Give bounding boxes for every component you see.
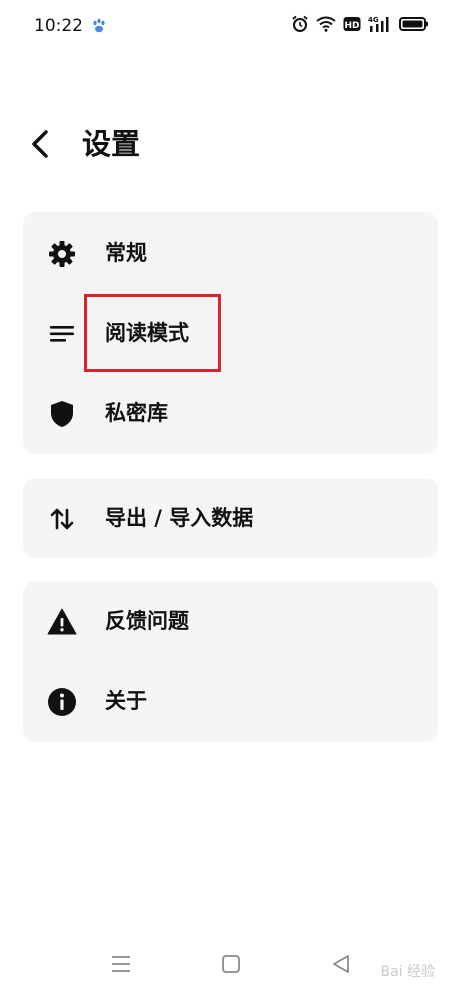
- watermark: Bai 经验: [380, 964, 435, 980]
- home-nav-button[interactable]: [216, 951, 246, 977]
- private-vault-label: 私密库: [105, 401, 168, 425]
- svg-text:HD: HD: [344, 21, 359, 31]
- status-time: 10:22: [34, 16, 83, 36]
- page-title: 设置: [82, 127, 141, 161]
- signal-4g-icon: 4G: [368, 15, 392, 33]
- private-vault-item[interactable]: 私密库: [23, 373, 438, 453]
- general-item[interactable]: 常规: [23, 213, 438, 293]
- menu-icon: [112, 956, 130, 972]
- menu-nav-button[interactable]: [106, 951, 136, 977]
- feedback-item[interactable]: 反馈问题: [23, 581, 438, 661]
- status-icons: HD 4G: [291, 15, 429, 33]
- general-label: 常规: [105, 241, 147, 265]
- status-bar: 10:22 HD 4G: [0, 0, 453, 56]
- chevron-left-icon: [32, 130, 48, 158]
- about-label: 关于: [105, 689, 147, 713]
- gear-icon: [47, 239, 77, 269]
- import-export-item[interactable]: 导出 / 导入数据: [23, 478, 438, 558]
- about-item[interactable]: 关于: [23, 661, 438, 741]
- header: 设置: [0, 112, 453, 176]
- back-button[interactable]: [22, 124, 62, 164]
- shield-icon: [47, 399, 77, 429]
- hd-icon: HD: [343, 16, 361, 32]
- settings-card-data: 导出 / 导入数据: [23, 478, 438, 558]
- info-icon: [47, 687, 77, 717]
- warning-icon: [47, 607, 77, 637]
- wifi-icon: [316, 16, 336, 32]
- feedback-label: 反馈问题: [105, 609, 189, 633]
- alarm-icon: [291, 15, 309, 33]
- lines-icon: [47, 319, 77, 349]
- battery-icon: [399, 16, 429, 32]
- highlight-box: [84, 294, 221, 372]
- settings-card-support: 反馈问题 关于: [23, 581, 438, 742]
- svg-text:4G: 4G: [368, 16, 379, 24]
- navigation-bar: Bai 经验: [0, 933, 453, 993]
- back-nav-button[interactable]: [326, 951, 356, 977]
- import-export-label: 导出 / 导入数据: [105, 506, 254, 530]
- home-icon: [222, 955, 240, 973]
- swap-arrows-icon: [47, 504, 77, 534]
- paw-notification-icon: [92, 18, 106, 38]
- back-triangle-icon: [333, 955, 349, 973]
